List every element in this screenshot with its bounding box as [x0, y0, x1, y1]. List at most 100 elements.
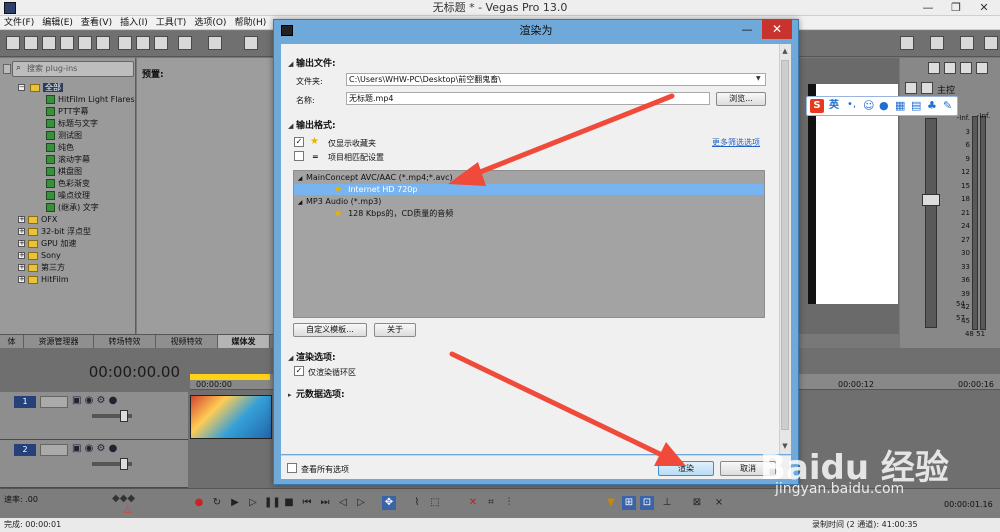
timeline-timecode[interactable]: 00:00:00.00: [0, 360, 188, 384]
play-from-start-icon[interactable]: ▷: [246, 496, 260, 510]
tree-item-folder[interactable]: +32-bit 浮点型: [18, 226, 91, 238]
prev-frame-icon[interactable]: ◁: [336, 496, 350, 510]
go-end-icon[interactable]: ⏭: [318, 496, 332, 510]
mixer-button[interactable]: [960, 62, 972, 74]
preset-internet-hd-720p[interactable]: ★ Internet HD 720p: [294, 184, 764, 195]
play-icon[interactable]: ▶: [228, 496, 242, 510]
split-icon[interactable]: ⫶: [502, 496, 516, 510]
tool-icon[interactable]: [244, 36, 258, 50]
mixer-downmix-icon[interactable]: [960, 36, 974, 50]
pause-icon[interactable]: ❚❚: [264, 496, 281, 510]
scroll-up-icon[interactable]: ▲: [779, 45, 791, 57]
menu-file[interactable]: 文件(F): [0, 16, 38, 30]
loop-only-checkbox[interactable]: ✓: [294, 366, 304, 376]
menu-help[interactable]: 帮助(H): [230, 16, 270, 30]
track-slider-handle[interactable]: [120, 410, 128, 422]
maximize-button[interactable]: ❐: [944, 0, 968, 16]
trim-icon[interactable]: ⌗: [484, 496, 498, 510]
dialog-minimize-button[interactable]: —: [732, 19, 762, 41]
menu-edit[interactable]: 编辑(E): [38, 16, 77, 30]
mixer-tool-icon[interactable]: [900, 36, 914, 50]
emoji-icon[interactable]: ☺: [863, 100, 874, 111]
keyboard-icon[interactable]: ▦: [895, 100, 905, 111]
expand-triangle-icon[interactable]: ◢: [294, 173, 306, 184]
master-fader-track[interactable]: [925, 118, 937, 328]
preset-mp3-128[interactable]: ★ 128 Kbps的，CD质量的音频: [294, 208, 764, 219]
new-project-icon[interactable]: [6, 36, 20, 50]
track-name-field[interactable]: [40, 396, 68, 408]
track-name-field[interactable]: [40, 444, 68, 456]
ime-toolbar[interactable]: S 英 •, ☺ ● ▦ ▤ ♣ ✎: [806, 96, 958, 116]
name-input[interactable]: 无标题.mp4: [346, 92, 710, 105]
track-slider-handle[interactable]: [120, 458, 128, 470]
mixer-button[interactable]: [976, 62, 988, 74]
ime-mode[interactable]: 英: [829, 101, 839, 111]
redo-icon[interactable]: [208, 36, 222, 50]
properties-icon[interactable]: [96, 36, 110, 50]
tab-explorer[interactable]: 资源管理器: [24, 335, 94, 348]
expand-triangle-icon[interactable]: ▸: [288, 391, 296, 399]
minimize-button[interactable]: —: [916, 0, 940, 16]
expand-plus-icon[interactable]: +: [18, 276, 25, 283]
tree-item-plugin[interactable]: 测试图: [46, 130, 82, 142]
render-button[interactable]: 渲染: [658, 461, 714, 476]
stop-icon[interactable]: ■: [282, 496, 296, 510]
more-filters-link[interactable]: 更多筛选选项: [712, 137, 760, 148]
format-group-mp3[interactable]: ◢ MP3 Audio (*.mp3): [294, 196, 764, 207]
apps-icon[interactable]: ▤: [911, 100, 921, 111]
about-button[interactable]: 关于: [374, 323, 416, 337]
selection-tool-icon[interactable]: ⬚: [428, 496, 442, 510]
shuttle-icon[interactable]: ◆◆◆: [112, 494, 135, 504]
tab-transitions[interactable]: 转场特效: [94, 335, 156, 348]
tree-item-folder[interactable]: + 第三方: [18, 262, 65, 274]
metadata-options-section[interactable]: ▸ 元数据选项:: [288, 387, 345, 400]
expand-plus-icon[interactable]: +: [18, 216, 25, 223]
dialog-close-button[interactable]: ✕: [762, 19, 792, 39]
close-window-button[interactable]: ✕: [972, 0, 996, 16]
tree-item-folder[interactable]: + GPU 加速: [18, 238, 76, 250]
tree-item-plugin[interactable]: 棋盘图: [46, 166, 82, 178]
tree-item-plugin[interactable]: (继承) 文字: [46, 202, 99, 214]
scroll-thumb[interactable]: [781, 60, 789, 430]
auto-ripple-icon[interactable]: ⊡: [640, 496, 654, 510]
output-format-section[interactable]: ◢ 输出格式:: [288, 118, 336, 131]
undo-icon[interactable]: [178, 36, 192, 50]
mixer-button[interactable]: [928, 62, 940, 74]
ignore-grouping-icon[interactable]: ⊠: [690, 496, 704, 510]
panel-pin-icon[interactable]: [3, 64, 11, 74]
master-fader-handle[interactable]: [922, 194, 940, 206]
track-buttons-icon[interactable]: ▣ ◉ ⚙ ●: [72, 396, 117, 406]
skin-shirt-icon[interactable]: ♣: [927, 100, 937, 111]
tab-video-fx[interactable]: 视频特效: [156, 335, 218, 348]
save-as-icon[interactable]: [60, 36, 74, 50]
tree-item-plugin[interactable]: 标题与文字: [46, 118, 98, 130]
wrench-icon[interactable]: ✎: [943, 100, 952, 111]
cut-icon[interactable]: [118, 36, 132, 50]
tree-item-plugin[interactable]: 噪点纹理: [46, 190, 90, 202]
open-folder-icon[interactable]: [24, 36, 38, 50]
render-icon[interactable]: [78, 36, 92, 50]
tab-partial[interactable]: 体: [0, 335, 24, 348]
marker-icon[interactable]: ▼: [604, 496, 618, 510]
expand-plus-icon[interactable]: +: [18, 252, 25, 259]
menu-options[interactable]: 选项(O): [190, 16, 230, 30]
tree-item-folder[interactable]: + Sony: [18, 250, 61, 262]
mixer-settings-icon[interactable]: [930, 36, 944, 50]
envelope-tool-icon[interactable]: ⌇: [410, 496, 424, 510]
punctuation-icon[interactable]: •,: [847, 100, 856, 110]
render-options-section[interactable]: ◢ 渲染选项:: [288, 350, 336, 363]
go-start-icon[interactable]: ⏮: [300, 496, 314, 510]
mixer-menu-icon[interactable]: [984, 36, 998, 50]
mixer-fx-button[interactable]: [905, 82, 917, 94]
tree-item-all[interactable]: 全部: [30, 82, 63, 94]
match-project-checkbox[interactable]: [294, 151, 304, 161]
video-clip-thumbnail[interactable]: [190, 395, 272, 439]
crossfade-icon[interactable]: ⨯: [712, 496, 726, 510]
lock-envelopes-icon[interactable]: ⊥: [660, 496, 674, 510]
tree-item-folder[interactable]: + OFX: [18, 214, 57, 226]
mixer-button[interactable]: [944, 62, 956, 74]
expand-plus-icon[interactable]: +: [18, 264, 25, 271]
favorites-only-checkbox[interactable]: ✓: [294, 137, 304, 147]
menu-insert[interactable]: 插入(I): [116, 16, 152, 30]
folder-combobox[interactable]: C:\Users\WHW-PC\Desktop\前空翻鬼畜\: [346, 73, 766, 86]
